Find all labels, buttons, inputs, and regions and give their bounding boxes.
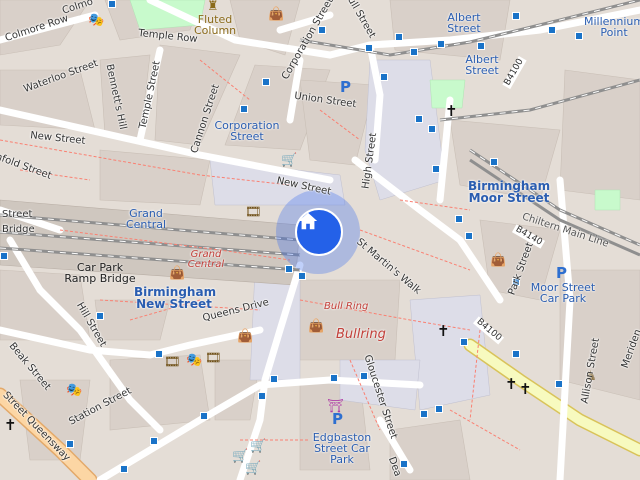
place-label: Car Park Ramp Bridge <box>64 261 136 285</box>
theatre-icon[interactable]: 🎭 <box>66 384 82 397</box>
station-label: Birmingham New Street <box>134 285 217 311</box>
bus-stop-marker[interactable] <box>262 78 270 86</box>
bus-stop-marker[interactable] <box>270 375 278 383</box>
bus-stop-marker[interactable] <box>435 405 443 413</box>
bus-stop-marker[interactable] <box>150 437 158 445</box>
shopping-bag-icon[interactable]: 👜 <box>490 254 506 267</box>
shopping-bag-icon[interactable]: 👜 <box>237 330 253 343</box>
shop-label: Grand Central <box>187 249 225 270</box>
bus-stop-marker[interactable] <box>365 44 373 52</box>
cinema-icon[interactable]: 🎞 <box>245 206 262 219</box>
bus-stop-marker[interactable] <box>432 165 440 173</box>
parking-icon[interactable]: P <box>556 266 567 281</box>
bus-stop-marker[interactable] <box>298 272 306 280</box>
bus-stop-marker[interactable] <box>395 33 403 41</box>
bus-stop-marker[interactable] <box>420 410 428 418</box>
bus-stop-marker[interactable] <box>512 12 520 20</box>
tram-stop-label: Corporation Street <box>214 119 280 143</box>
theatre-icon[interactable]: 🎭 <box>186 354 202 367</box>
market-icon[interactable]: ⛩ <box>327 400 344 413</box>
bus-stop-marker[interactable] <box>477 42 485 50</box>
bus-stop-marker[interactable] <box>66 440 74 448</box>
bus-stop-marker[interactable] <box>108 0 116 8</box>
bus-stop-marker[interactable] <box>410 48 418 56</box>
shopping-cart-icon[interactable]: 🛒 <box>281 154 297 167</box>
church-icon[interactable]: ✝ <box>445 104 458 119</box>
shopping-cart-icon[interactable]: 🛒 <box>250 440 266 453</box>
bus-stop-marker[interactable] <box>415 115 423 123</box>
street-label: Street <box>2 209 33 220</box>
bus-stop-marker[interactable] <box>548 26 556 34</box>
bus-stop-label: Albert Street <box>465 53 499 77</box>
bus-stop-marker[interactable] <box>555 380 563 388</box>
bus-stop-marker[interactable] <box>460 338 468 346</box>
tram-stop-label: Millennium Point <box>584 15 640 39</box>
landmark-label: Fluted Column <box>194 13 237 37</box>
column-icon[interactable]: ♜ <box>207 0 219 13</box>
shopping-cart-icon[interactable]: 🛒 <box>245 462 261 475</box>
current-location-marker[interactable] <box>295 208 343 256</box>
bus-stop-marker[interactable] <box>0 252 8 260</box>
parking-icon[interactable]: P <box>340 80 351 95</box>
shopping-bag-icon[interactable]: 👜 <box>308 320 324 333</box>
map-canvas[interactable]: 🎭 👜 ♜ P ✝ 🛒 🎞 👜 👜 👜 👜 🎞 🎭 🎞 🎭 ✝ ✝ ✝ ✝ P … <box>0 0 640 480</box>
bus-stop-marker[interactable] <box>512 350 520 358</box>
church-icon[interactable]: ✝ <box>505 377 518 392</box>
bus-stop-marker[interactable] <box>455 215 463 223</box>
bus-stop-marker[interactable] <box>330 374 338 382</box>
parking-icon[interactable]: P <box>332 412 343 427</box>
bus-stop-marker[interactable] <box>240 105 248 113</box>
bus-stop-marker[interactable] <box>285 265 293 273</box>
bus-stop-marker[interactable] <box>400 460 408 468</box>
place-label: Grand Central <box>125 207 167 231</box>
bus-stop-marker[interactable] <box>490 158 498 166</box>
shopping-bag-icon[interactable]: 👜 <box>169 267 185 280</box>
home-icon <box>298 212 318 230</box>
bus-stop-marker[interactable] <box>428 125 436 133</box>
bus-stop-marker[interactable] <box>465 232 473 240</box>
bus-stop-marker[interactable] <box>437 40 445 48</box>
tram-stop-label: Albert Street <box>447 11 481 35</box>
church-icon[interactable]: ✝ <box>4 418 17 433</box>
street-label: Bridge <box>2 224 35 235</box>
parking-label: Edgbaston Street Car Park <box>312 431 372 466</box>
bus-stop-marker[interactable] <box>155 350 163 358</box>
bus-stop-marker[interactable] <box>200 412 208 420</box>
bus-stop-marker[interactable] <box>380 73 388 81</box>
cinema-icon[interactable]: 🎞 <box>205 352 222 365</box>
bus-stop-marker[interactable] <box>575 32 583 40</box>
bus-stop-marker[interactable] <box>120 465 128 473</box>
shopping-bag-icon[interactable]: 👜 <box>268 8 284 21</box>
shop-label: Bullring <box>336 327 386 342</box>
church-icon[interactable]: ✝ <box>437 324 450 339</box>
station-label: Birmingham Moor Street <box>468 179 551 205</box>
shop-label: Bull Ring <box>324 301 369 312</box>
church-icon[interactable]: ✝ <box>519 382 532 397</box>
cinema-icon[interactable]: 🎞 <box>164 356 181 369</box>
parking-label: Moor Street Car Park <box>530 281 596 305</box>
bus-stop-marker[interactable] <box>258 392 266 400</box>
bus-stop-marker[interactable] <box>96 312 104 320</box>
theatre-icon[interactable]: 🎭 <box>88 14 104 27</box>
